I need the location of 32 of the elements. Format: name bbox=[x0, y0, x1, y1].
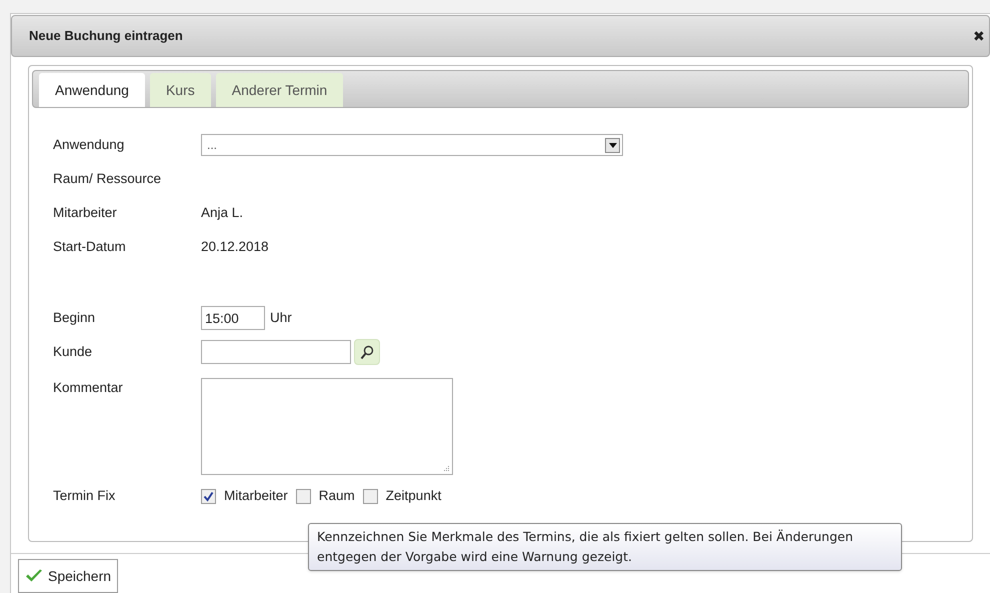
dialog-title: Neue Buchung eintragen bbox=[29, 27, 183, 46]
close-button[interactable]: ✖ bbox=[973, 29, 985, 43]
checkbox-label: Zeitpunkt bbox=[386, 486, 442, 505]
checkbox[interactable] bbox=[201, 488, 216, 504]
caret-icon bbox=[605, 138, 620, 152]
checkbox-label: Raum bbox=[318, 486, 355, 505]
search-button[interactable] bbox=[354, 339, 380, 365]
field-label: Termin Fix bbox=[53, 486, 116, 505]
comment-field[interactable] bbox=[201, 378, 453, 475]
select-field[interactable]: ... bbox=[201, 134, 623, 156]
field-label: Kunde bbox=[53, 342, 94, 361]
checkbox[interactable] bbox=[362, 488, 378, 504]
field-label: Raum/ Ressource bbox=[53, 170, 162, 188]
field-label: Mitarbeiter bbox=[53, 204, 118, 222]
field-value: 20.12.2018 bbox=[201, 238, 269, 256]
tab[interactable]: Anwendung bbox=[39, 73, 145, 107]
unit-label: Uhr bbox=[270, 308, 292, 327]
search-icon bbox=[360, 344, 374, 360]
tab[interactable]: Anderer Termin bbox=[216, 73, 344, 107]
field-label: Beginn bbox=[53, 308, 96, 327]
tab[interactable]: Kurs bbox=[150, 73, 211, 107]
check-icon bbox=[25, 569, 43, 583]
tooltip: Kennzeichnen Sie Merkmale des Termins, die als fixiert gelten sollen. Bei Änderungen entgegen der Vorgabe wird eine Warnung gezeigt. bbox=[308, 523, 902, 571]
field-label: Kommentar bbox=[53, 379, 124, 397]
field-label: Anwendung bbox=[53, 136, 126, 154]
time-field[interactable]: 15:00 bbox=[201, 306, 265, 330]
checkbox[interactable] bbox=[296, 488, 311, 504]
field-value: Anja L. bbox=[201, 204, 244, 222]
checkbox-label: Mitarbeiter bbox=[224, 486, 288, 505]
input-field[interactable] bbox=[201, 340, 351, 364]
field-label: Start-Datum bbox=[53, 238, 127, 256]
save-button[interactable]: Speichern bbox=[18, 559, 118, 593]
